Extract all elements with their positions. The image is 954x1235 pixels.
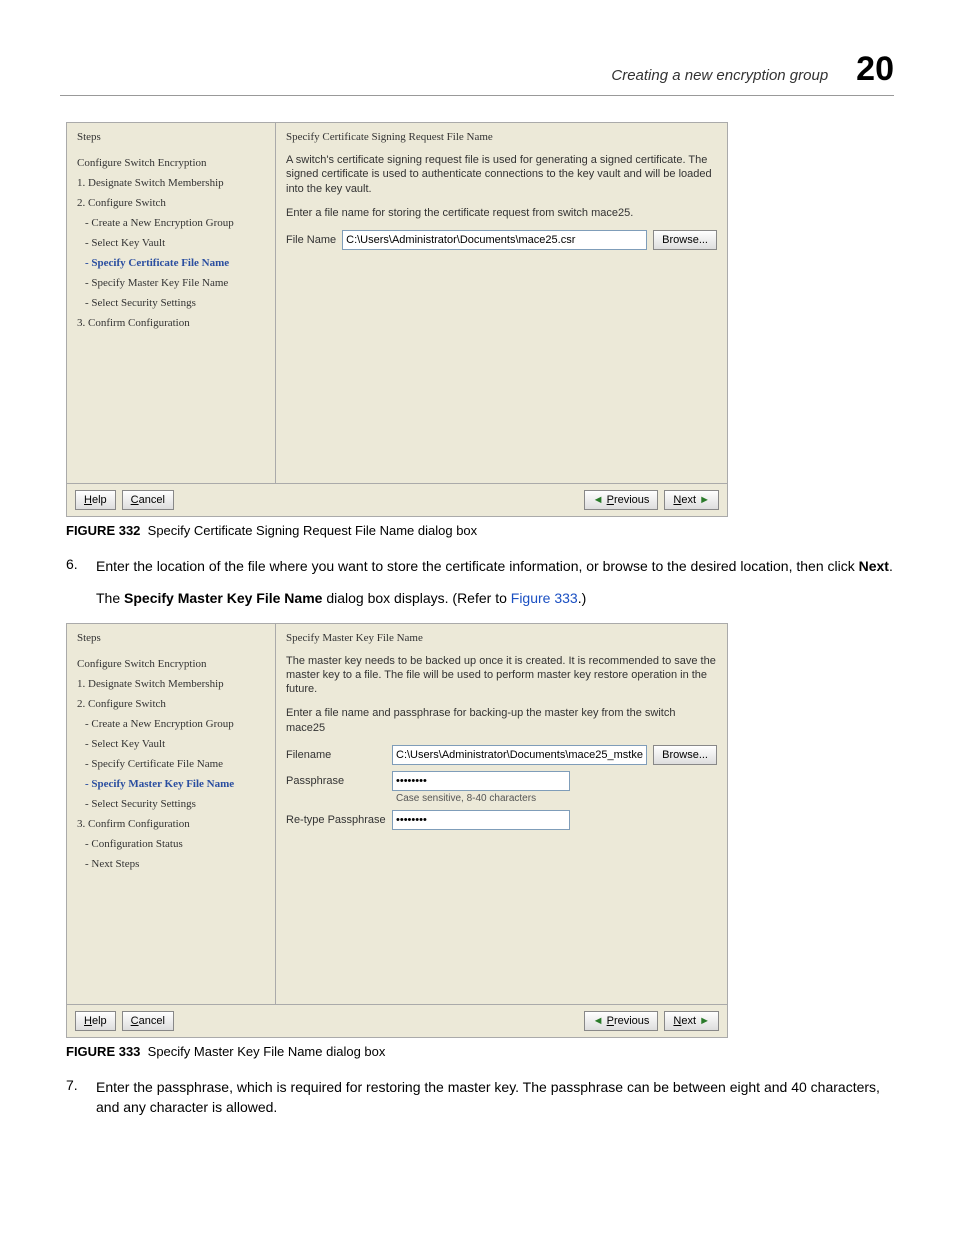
step-confirm-configuration-2[interactable]: 3. Confirm Configuration	[77, 814, 265, 834]
figure-332-text: Specify Certificate Signing Request File…	[148, 523, 478, 538]
page-header: Creating a new encryption group 20	[60, 50, 894, 96]
wizard-title: Configure Switch Encryption	[77, 153, 265, 173]
wizard-steps-panel: Steps Configure Switch Encryption 1. Des…	[67, 123, 276, 483]
content-description-2: Enter a file name for storing the certif…	[286, 206, 717, 220]
steps-header-2: Steps	[77, 632, 265, 644]
passphrase-label: Passphrase	[286, 775, 386, 787]
substep-specify-master-key-filename[interactable]: - Specify Master Key File Name	[77, 273, 265, 293]
dialog-content-2: Specify Master Key File Name The master …	[276, 624, 727, 1004]
substep-select-key-vault-2[interactable]: - Select Key Vault	[77, 734, 265, 754]
help-button[interactable]: Help	[75, 490, 116, 510]
substep-create-group[interactable]: - Create a New Encryption Group	[77, 213, 265, 233]
arrow-right-icon-2: ►	[699, 1015, 710, 1027]
dialog-content: Specify Certificate Signing Request File…	[276, 123, 727, 483]
figure-333-link[interactable]: Figure 333	[511, 590, 578, 606]
passphrase-hint: Case sensitive, 8-40 characters	[286, 793, 717, 804]
passphrase-input[interactable]	[392, 771, 570, 791]
substep-specify-cert-filename-2[interactable]: - Specify Certificate File Name	[77, 754, 265, 774]
filename-label: Filename	[286, 749, 386, 761]
arrow-right-icon: ►	[699, 494, 710, 506]
filename-input[interactable]	[392, 745, 647, 765]
section-title: Creating a new encryption group	[611, 67, 828, 84]
content-heading: Specify Certificate Signing Request File…	[286, 131, 717, 143]
substep-next-steps[interactable]: - Next Steps	[77, 854, 265, 874]
substep-config-status[interactable]: - Configuration Status	[77, 834, 265, 854]
figure-332-label: FIGURE 332	[66, 523, 140, 538]
substep-select-key-vault[interactable]: - Select Key Vault	[77, 233, 265, 253]
content-heading-2: Specify Master Key File Name	[286, 632, 717, 644]
help-button-2[interactable]: Help	[75, 1011, 116, 1031]
browse-button[interactable]: Browse...	[653, 230, 717, 250]
step-6-number: 6.	[66, 556, 82, 576]
step-configure-switch-2[interactable]: 2. Configure Switch	[77, 694, 265, 714]
file-name-input[interactable]	[342, 230, 647, 250]
step-confirm-configuration[interactable]: 3. Confirm Configuration	[77, 313, 265, 333]
wizard-steps-panel-2: Steps Configure Switch Encryption 1. Des…	[67, 624, 276, 1004]
substep-specify-cert-filename[interactable]: - Specify Certificate File Name	[77, 253, 265, 273]
step-6-text: Enter the location of the file where you…	[96, 556, 894, 576]
step-designate-membership[interactable]: 1. Designate Switch Membership	[77, 173, 265, 193]
dialog-master-key-filename: Steps Configure Switch Encryption 1. Des…	[66, 623, 728, 1038]
previous-button-2[interactable]: ◄ Previous	[584, 1011, 659, 1031]
step-6-result: The Specify Master Key File Name dialog …	[96, 588, 894, 608]
substep-select-security[interactable]: - Select Security Settings	[77, 293, 265, 313]
file-name-label: File Name	[286, 234, 336, 246]
figure-333-text: Specify Master Key File Name dialog box	[148, 1044, 386, 1059]
steps-header: Steps	[77, 131, 265, 143]
content-description-2-2: Enter a file name and passphrase for bac…	[286, 706, 717, 735]
figure-333-label: FIGURE 333	[66, 1044, 140, 1059]
previous-button[interactable]: ◄ Previous	[584, 490, 659, 510]
substep-create-group-2[interactable]: - Create a New Encryption Group	[77, 714, 265, 734]
dialog-certificate-filename: Steps Configure Switch Encryption 1. Des…	[66, 122, 728, 517]
step-configure-switch[interactable]: 2. Configure Switch	[77, 193, 265, 213]
figure-332-caption: FIGURE 332 Specify Certificate Signing R…	[66, 523, 894, 538]
chapter-number: 20	[856, 50, 894, 89]
next-button-2[interactable]: Next ►	[664, 1011, 719, 1031]
cancel-button[interactable]: Cancel	[122, 490, 174, 510]
figure-333-caption: FIGURE 333 Specify Master Key File Name …	[66, 1044, 894, 1059]
step-7-text: Enter the passphrase, which is required …	[96, 1077, 894, 1118]
arrow-left-icon: ◄	[593, 494, 604, 506]
wizard-title-2: Configure Switch Encryption	[77, 654, 265, 674]
retype-passphrase-label: Re-type Passphrase	[286, 814, 386, 826]
substep-select-security-2[interactable]: - Select Security Settings	[77, 794, 265, 814]
content-description-1: A switch's certificate signing request f…	[286, 153, 717, 196]
arrow-left-icon-2: ◄	[593, 1015, 604, 1027]
substep-specify-master-key-filename-2[interactable]: - Specify Master Key File Name	[77, 774, 265, 794]
step-designate-membership-2[interactable]: 1. Designate Switch Membership	[77, 674, 265, 694]
cancel-button-2[interactable]: Cancel	[122, 1011, 174, 1031]
step-7-number: 7.	[66, 1077, 82, 1118]
retype-passphrase-input[interactable]	[392, 810, 570, 830]
content-description-2-1: The master key needs to be backed up onc…	[286, 654, 717, 697]
browse-button-2[interactable]: Browse...	[653, 745, 717, 765]
next-button[interactable]: Next ►	[664, 490, 719, 510]
